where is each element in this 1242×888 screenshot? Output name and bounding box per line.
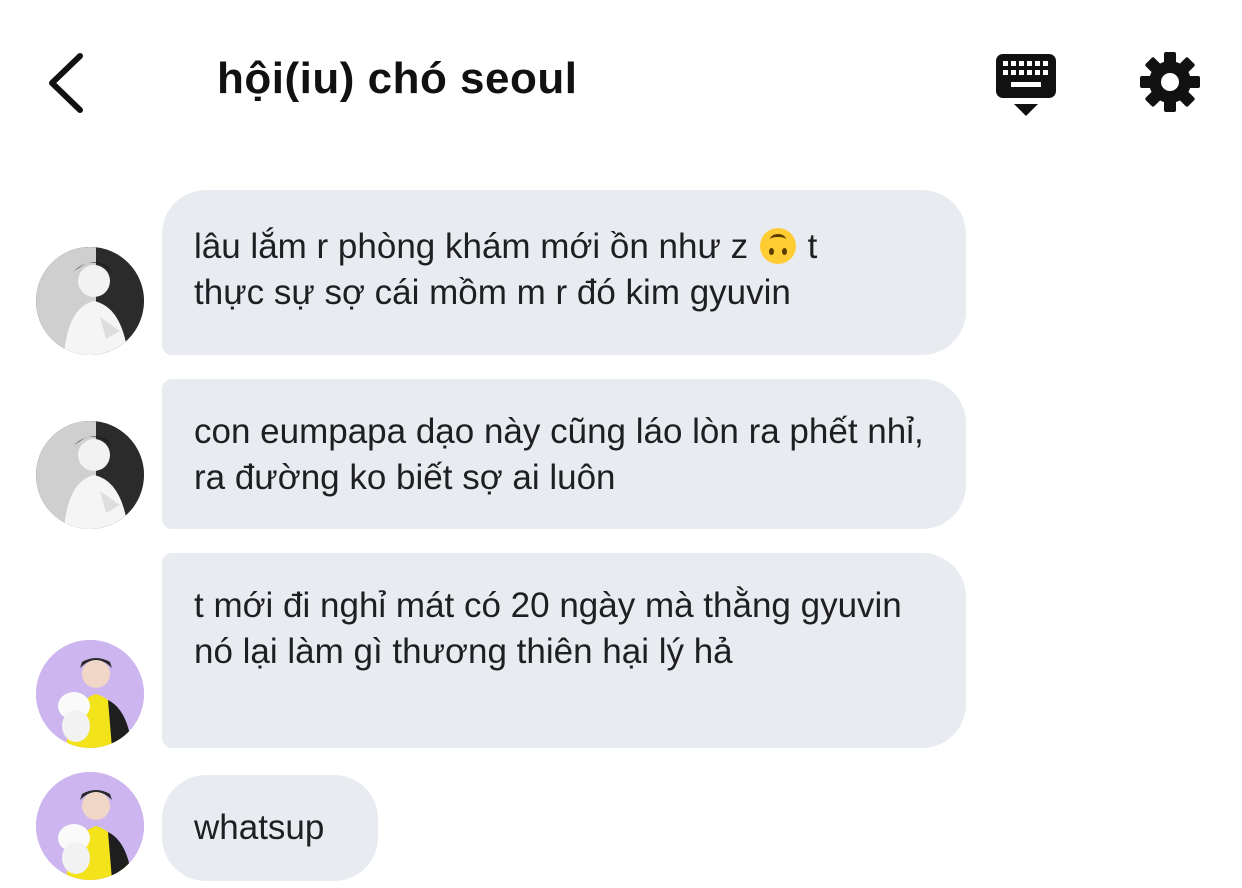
message-bubble[interactable]: whatsup <box>162 775 378 881</box>
avatar[interactable] <box>36 772 144 880</box>
message-text: con eumpapa dạo này cũng láo lòn ra phết… <box>194 412 924 497</box>
message-bubble[interactable]: lâu lắm r phòng khám mới ồn như z t thực… <box>162 190 966 355</box>
person-photo-icon <box>36 247 144 355</box>
avatar[interactable] <box>36 640 144 748</box>
person-photo-icon <box>36 772 144 880</box>
chat-header: hội(iu) chó seoul <box>0 0 1242 160</box>
keyboard-hide-icon <box>996 54 1056 116</box>
settings-button[interactable] <box>1138 50 1202 114</box>
message-bubble[interactable]: t mới đi nghỉ mát có 20 ngày mà thằng gy… <box>162 553 966 748</box>
person-photo-icon <box>36 640 144 748</box>
back-button[interactable] <box>40 48 96 118</box>
message-text: whatsup <box>194 808 325 847</box>
gear-icon <box>1140 52 1200 112</box>
avatar[interactable] <box>36 247 144 355</box>
chevron-left-icon <box>49 53 83 113</box>
keyboard-toggle-button[interactable] <box>994 52 1058 118</box>
message-bubble[interactable]: con eumpapa dạo này cũng láo lòn ra phết… <box>162 379 966 529</box>
person-photo-icon <box>36 421 144 529</box>
message-text: t mới đi nghỉ mát có 20 ngày mà thằng gy… <box>194 586 902 671</box>
avatar[interactable] <box>36 421 144 529</box>
upside-down-face-icon <box>759 228 796 264</box>
message-text: lâu lắm r phòng khám mới ồn như z t thực… <box>194 227 818 312</box>
chat-title: hội(iu) chó seoul <box>217 54 578 103</box>
